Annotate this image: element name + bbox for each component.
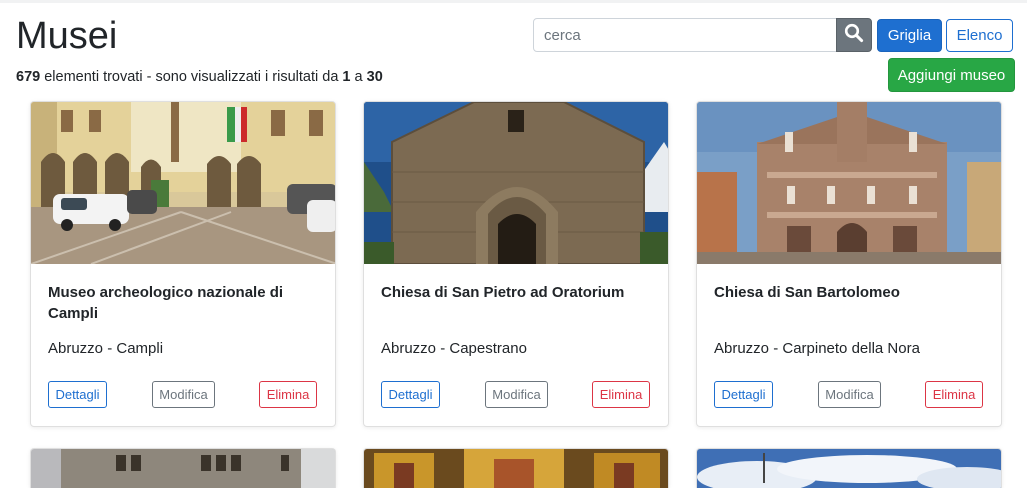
museum-name: Chiesa di San Pietro ad Oratorium [381, 284, 625, 301]
delete-button[interactable]: Elimina [592, 381, 650, 408]
results-text-1: elementi trovati - sono visualizzati i r… [44, 69, 339, 85]
results-text-2: a [354, 69, 363, 85]
edit-button[interactable]: Modifica [152, 381, 215, 408]
museum-photo[interactable] [364, 102, 668, 264]
results-from: 1 [342, 69, 351, 85]
museum-location: Abruzzo - Capestrano [381, 340, 527, 357]
museum-card [696, 448, 1002, 488]
museum-photo[interactable] [31, 449, 335, 488]
museum-card [30, 448, 336, 488]
museum-photo[interactable] [697, 449, 1001, 488]
results-count: 679 elementi trovati - sono visualizzati… [16, 68, 383, 86]
results-total: 679 [16, 69, 41, 85]
grid-view-button[interactable]: Griglia [877, 19, 942, 52]
page-title: Musei [16, 15, 118, 57]
museum-card [363, 448, 669, 488]
search-button[interactable] [836, 18, 872, 52]
details-button[interactable]: Dettagli [48, 381, 107, 408]
add-museum-button[interactable]: Aggiungi museo [888, 58, 1015, 92]
museum-name: Chiesa di San Bartolomeo [714, 284, 900, 301]
delete-button[interactable]: Elimina [925, 381, 983, 408]
museum-photo[interactable] [697, 102, 1001, 264]
edit-button[interactable]: Modifica [485, 381, 548, 408]
search-icon [844, 23, 864, 48]
list-view-button[interactable]: Elenco [946, 19, 1013, 52]
museum-photo[interactable] [31, 102, 335, 264]
delete-button[interactable]: Elimina [259, 381, 317, 408]
museum-name: Museo archeologico nazionale di Campli [48, 284, 284, 322]
details-button[interactable]: Dettagli [381, 381, 440, 408]
edit-button[interactable]: Modifica [818, 381, 881, 408]
search-input[interactable] [533, 18, 837, 52]
museum-location: Abruzzo - Carpineto della Nora [714, 340, 920, 357]
museum-location: Abruzzo - Campli [48, 340, 164, 357]
museum-photo[interactable] [364, 449, 668, 488]
top-border [0, 0, 1027, 3]
museum-card: Museo archeologico nazionale di Campli A… [30, 101, 336, 427]
details-button[interactable]: Dettagli [714, 381, 773, 408]
results-to: 30 [366, 69, 383, 85]
museum-card: Chiesa di San Bartolomeo Abruzzo - Carpi… [696, 101, 1002, 427]
museum-card: Chiesa di San Pietro ad Oratorium Abruzz… [363, 101, 669, 427]
